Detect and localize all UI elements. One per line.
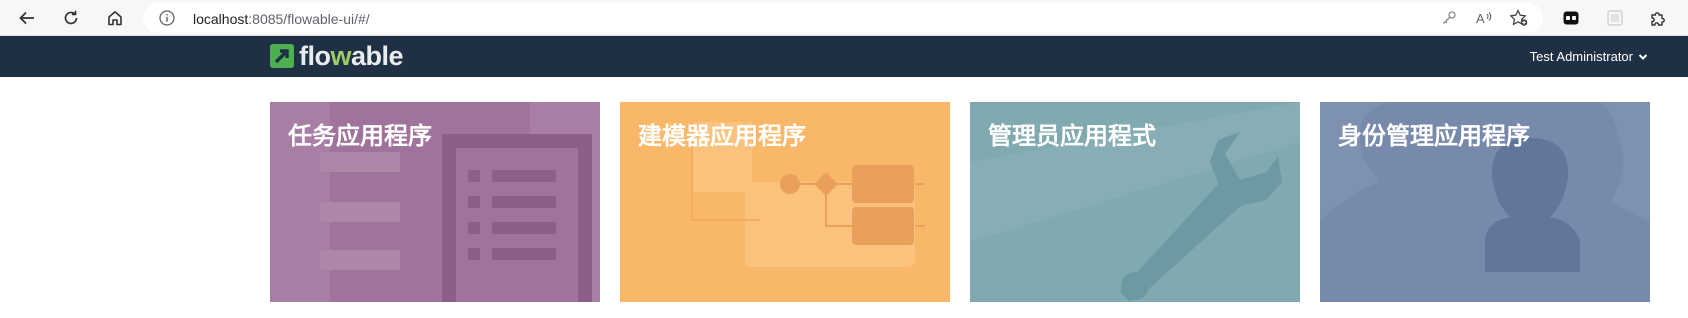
chevron-down-icon [1638,53,1648,60]
add-favorite-icon[interactable] [1509,9,1529,27]
refresh-button[interactable] [56,4,86,32]
refresh-icon [64,10,78,25]
tile-identity-app[interactable]: 身份管理应用程序 [1320,102,1650,302]
logo-text-accent: w [330,41,352,71]
app-header: flowable Test Administrator [0,36,1688,77]
browser-toolbar: localhost:8085/flowable-ui/#/ A [0,0,1688,36]
back-button[interactable] [12,4,42,32]
url-host: localhost [193,11,249,27]
tile-admin-app[interactable]: 管理员应用程式 [970,102,1300,302]
read-aloud-icon[interactable]: A [1474,9,1494,27]
tile-title: 管理员应用程式 [988,122,1156,150]
tile-title: 任务应用程序 [288,122,432,150]
home-icon [108,11,122,26]
svg-text:A: A [1476,11,1485,26]
info-icon [159,10,175,26]
back-arrow-icon [19,11,34,25]
user-name: Test Administrator [1529,49,1633,64]
logo-text-start: flo [299,41,331,71]
tile-modeler-app[interactable]: 建模器应用程序 [620,102,950,302]
logo-text-end: able [351,41,404,71]
url-text[interactable]: localhost:8085/flowable-ui/#/ [193,11,370,27]
tile-task-app[interactable]: 任务应用程序 [270,102,600,302]
user-menu[interactable]: Test Administrator [1530,49,1648,64]
flowable-logo[interactable]: flowable [270,41,404,71]
logo-wordmark: flowable [299,41,404,71]
address-bar[interactable]: localhost:8085/flowable-ui/#/ A [143,3,1543,33]
tile-title: 身份管理应用程序 [1338,122,1530,150]
tile-title: 建模器应用程序 [638,122,806,150]
home-button[interactable] [100,4,130,32]
password-key-icon[interactable] [1439,9,1459,27]
extensions-puzzle-icon[interactable] [1646,6,1670,30]
flowable-logo-mark-icon [270,44,294,68]
app-tiles: 任务应用程序 建模器应用程序 管理员应用程式 身份管理应用程序 [270,102,1650,302]
url-path: :8085/flowable-ui/#/ [248,11,370,27]
extension-app-icon[interactable] [1559,6,1583,30]
extension-grid-icon[interactable] [1603,6,1627,30]
